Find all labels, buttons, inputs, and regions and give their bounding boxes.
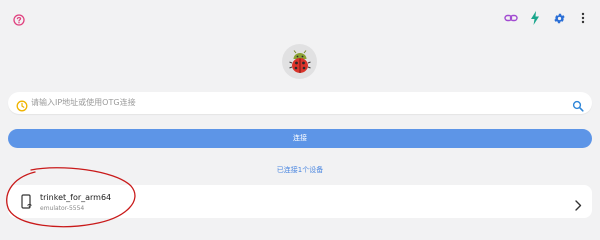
app-logo-avatar [282,44,317,79]
top-toolbar [504,11,590,25]
address-input-placeholder[interactable]: 请输入IP地址或使用OTG连接 [31,92,136,114]
gear-icon[interactable] [552,11,566,25]
link-icon[interactable] [504,11,518,25]
chevron-right-icon[interactable] [574,196,582,211]
help-icon[interactable] [13,11,25,26]
more-vert-icon[interactable] [576,11,590,25]
history-icon[interactable] [16,97,28,112]
search-icon[interactable] [572,97,584,112]
flash-icon[interactable] [528,11,542,25]
address-input-bar[interactable]: 请输入IP地址或使用OTG连接 [8,92,592,114]
ladybug-android-icon [288,49,311,73]
connect-button[interactable]: 连接 [8,129,592,148]
red-annotation-circle [6,167,136,228]
